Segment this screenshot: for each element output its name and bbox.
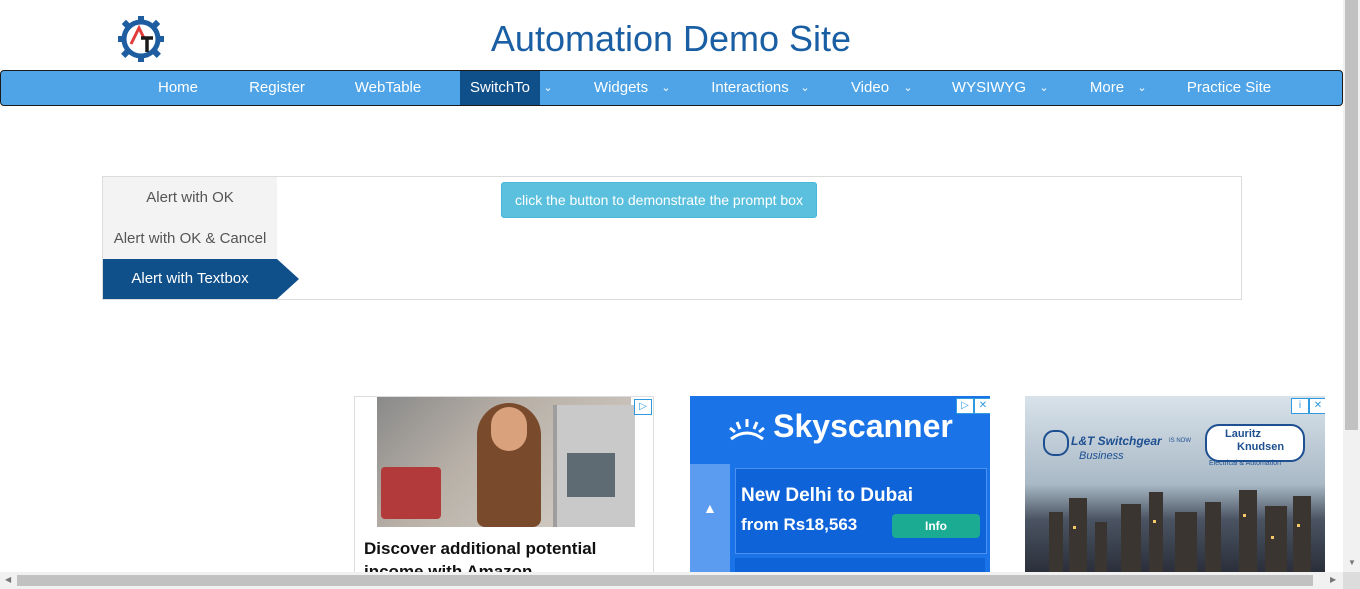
tab-alert-textbox[interactable]: Alert with Textbox [103,259,277,299]
lit-window [1073,526,1076,529]
nav-item-switchto[interactable]: SwitchTo [460,71,540,105]
tab-alert-ok-cancel[interactable]: Alert with OK & Cancel [103,219,277,259]
nav-item-interactions[interactable]: Interactions [697,71,803,105]
lnt-is-now: IS NOW [1169,438,1191,444]
lnt-ad[interactable]: i ✕ L&T Switchgear IS NOW Business Lauri… [1025,396,1325,572]
scrollbar-corner [1343,572,1360,589]
active-tab-pointer [277,259,299,299]
face-shape [491,407,527,451]
skyline-building [1265,506,1287,572]
chevron-down-icon[interactable]: ⌄ [1134,71,1150,105]
nav-item-video[interactable]: Video [841,71,899,105]
info-button[interactable]: Info [892,514,980,538]
lnt-brand: L&T Switchgear [1071,434,1162,448]
vertical-scroll-thumb[interactable] [1345,0,1358,430]
close-icon[interactable]: ✕ [1309,398,1325,414]
lnt-sub: Business [1079,450,1124,462]
nav-item-wysiwyg[interactable]: WYSIWYG [941,71,1037,105]
horizontal-scrollbar[interactable]: ◀ ▶ [0,572,1343,589]
chevron-down-icon[interactable]: ⌄ [1036,71,1052,105]
chevron-down-icon[interactable]: ⌄ [900,71,916,105]
lit-window [1243,514,1246,517]
page-title: Automation Demo Site [490,18,852,59]
flight-price: from Rs18,563 [741,515,858,534]
lk-line-2: Knudsen [1237,441,1285,453]
skyline-building [1175,512,1197,572]
flight-deal-card-next[interactable] [735,558,985,572]
nav-item-register[interactable]: Register [233,71,321,105]
skyline-building [1239,490,1257,572]
ad-headline[interactable]: Discover additional potential income wit… [364,537,644,572]
scroll-down-icon[interactable]: ▼ [1348,558,1356,567]
skyline-building [1149,492,1163,572]
flight-deal-card[interactable]: New Delhi to Dubai from Rs18,563 Info [735,468,987,554]
info-icon[interactable]: i [1291,398,1309,414]
bus-shape [381,467,441,519]
skyscanner-ad[interactable]: ▷ ✕ Skyscanner ▲ New Delhi to Dubai from… [690,396,990,572]
arrow-up-icon[interactable]: ▲ [703,500,717,516]
skyline-building [1293,496,1311,572]
nav-item-practice-site[interactable]: Practice Site [1173,71,1285,105]
skyscanner-brand: Skyscanner [773,408,953,444]
skyscanner-logo: Skyscanner [690,408,990,445]
chevron-down-icon[interactable]: ⌄ [797,71,813,105]
flight-route: New Delhi to Dubai [741,485,914,506]
ad-photo [377,397,635,527]
skyline-building [1049,512,1063,572]
alerts-panel: Alert with OK Alert with OK & Cancel Ale… [102,176,1242,300]
tab-alert-ok[interactable]: Alert with OK [103,178,277,218]
skyline-building [1095,522,1107,572]
prompt-box-button[interactable]: click the button to demonstrate the prom… [501,182,817,218]
nav-item-more[interactable]: More [1077,71,1137,105]
lk-sub: Electrical & Automation [1209,460,1281,467]
amazon-ad[interactable]: ▷ Discover additional potential income w… [354,396,654,573]
skyline-building [1205,502,1221,572]
skyline-building [1121,504,1141,572]
lit-window [1297,524,1300,527]
lk-line-1: Lauritz [1225,428,1262,440]
skyline-building [1069,498,1087,572]
scroll-left-icon[interactable]: ◀ [5,575,11,584]
lit-window [1271,536,1274,539]
lnt-logo-icon [1043,430,1069,456]
chevron-down-icon[interactable]: ⌄ [540,71,556,105]
nav-item-home[interactable]: Home [142,71,214,105]
horizontal-scroll-thumb[interactable] [17,575,1313,586]
adchoices-icon[interactable]: ▷ [634,399,652,415]
main-nav: Home Register WebTable SwitchTo ⌄ Widget… [0,70,1343,106]
carousel-strip [690,464,730,572]
alert-tab-list: Alert with OK Alert with OK & Cancel Ale… [103,177,277,299]
atm-screen-shape [567,453,615,497]
nav-item-webtable[interactable]: WebTable [339,71,437,105]
chevron-down-icon[interactable]: ⌄ [658,71,674,105]
sunrise-icon [729,418,766,440]
scroll-right-icon[interactable]: ▶ [1330,575,1336,584]
nav-item-widgets[interactable]: Widgets [581,71,661,105]
lit-window [1153,520,1156,523]
vertical-scrollbar[interactable]: ▼ [1343,0,1360,572]
